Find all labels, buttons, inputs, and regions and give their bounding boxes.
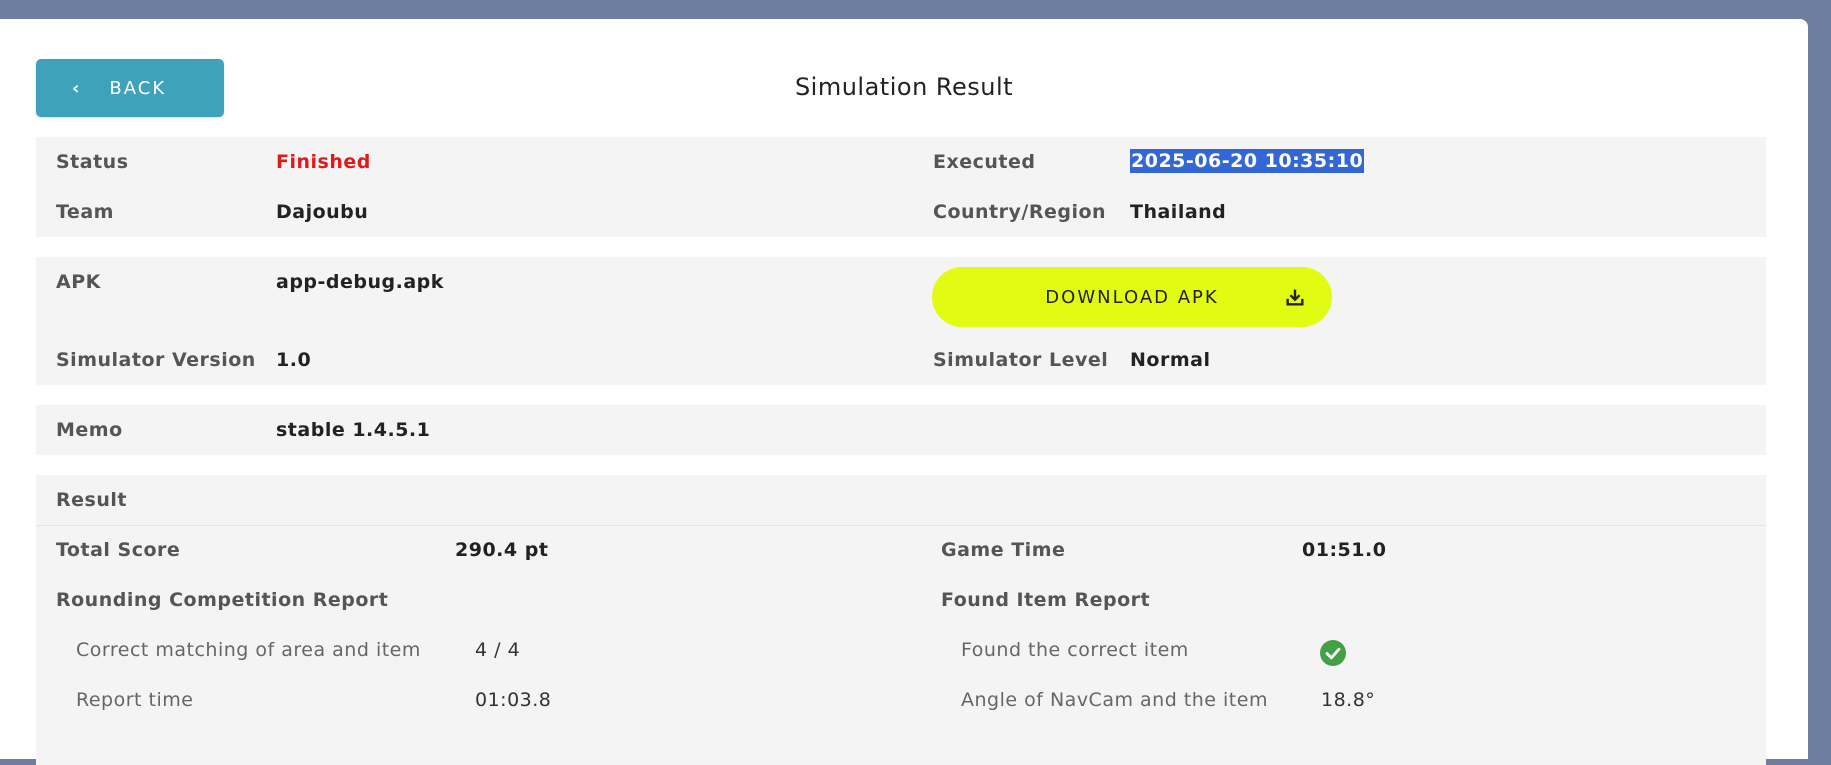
team-value: Dajoubu <box>276 201 369 223</box>
simulator-version-value: 1.0 <box>276 349 312 371</box>
download-apk-button[interactable]: DOWNLOAD APK <box>932 267 1332 327</box>
executed-value-text: 2025-06-20 10:35:10 <box>1130 149 1365 173</box>
apk-panel: APK app-debug.apk DOWNLOAD APK Simulator… <box>36 257 1766 385</box>
simulator-version-label: Simulator Version <box>56 349 256 371</box>
report-time-value: 01:03.8 <box>475 689 552 711</box>
memo-value: stable 1.4.5.1 <box>276 419 431 441</box>
simulator-level-value: Normal <box>1130 349 1211 371</box>
apk-value: app-debug.apk <box>276 271 444 293</box>
result-header: Result <box>36 475 1766 526</box>
angle-label: Angle of NavCam and the item <box>961 689 1268 711</box>
status-value: Finished <box>276 151 371 173</box>
executed-value[interactable]: 2025-06-20 10:35:10 <box>1130 149 1365 173</box>
result-card: ‹ BACK Simulation Result Status Finished… <box>0 19 1808 765</box>
angle-value: 18.8° <box>1321 689 1376 711</box>
check-circle-icon <box>1320 640 1346 666</box>
total-score-value: 290.4 pt <box>455 539 549 561</box>
matching-value: 4 / 4 <box>475 639 521 661</box>
result-heading: Result <box>56 489 127 511</box>
download-icon <box>1286 289 1304 306</box>
result-panel: Result Total Score 290.4 pt Game Time 01… <box>36 475 1766 765</box>
status-label: Status <box>56 151 129 173</box>
memo-panel: Memo stable 1.4.5.1 <box>36 405 1766 455</box>
game-time-label: Game Time <box>941 539 1066 561</box>
total-score-label: Total Score <box>56 539 181 561</box>
country-label: Country/Region <box>933 201 1107 223</box>
game-time-value: 01:51.0 <box>1302 539 1387 561</box>
rounding-report-heading: Rounding Competition Report <box>56 589 389 611</box>
page-title: Simulation Result <box>794 73 1014 101</box>
team-label: Team <box>56 201 114 223</box>
memo-label: Memo <box>56 419 123 441</box>
found-correct-label: Found the correct item <box>961 639 1189 661</box>
matching-label: Correct matching of area and item <box>76 639 421 661</box>
download-apk-label: DOWNLOAD APK <box>1045 286 1219 308</box>
info-panel: Status Finished Executed 2025-06-20 10:3… <box>36 137 1766 237</box>
country-value: Thailand <box>1130 201 1227 223</box>
apk-label: APK <box>56 271 101 293</box>
simulator-level-label: Simulator Level <box>933 349 1109 371</box>
executed-label: Executed <box>933 151 1036 173</box>
found-item-report-heading: Found Item Report <box>941 589 1151 611</box>
report-time-label: Report time <box>76 689 194 711</box>
